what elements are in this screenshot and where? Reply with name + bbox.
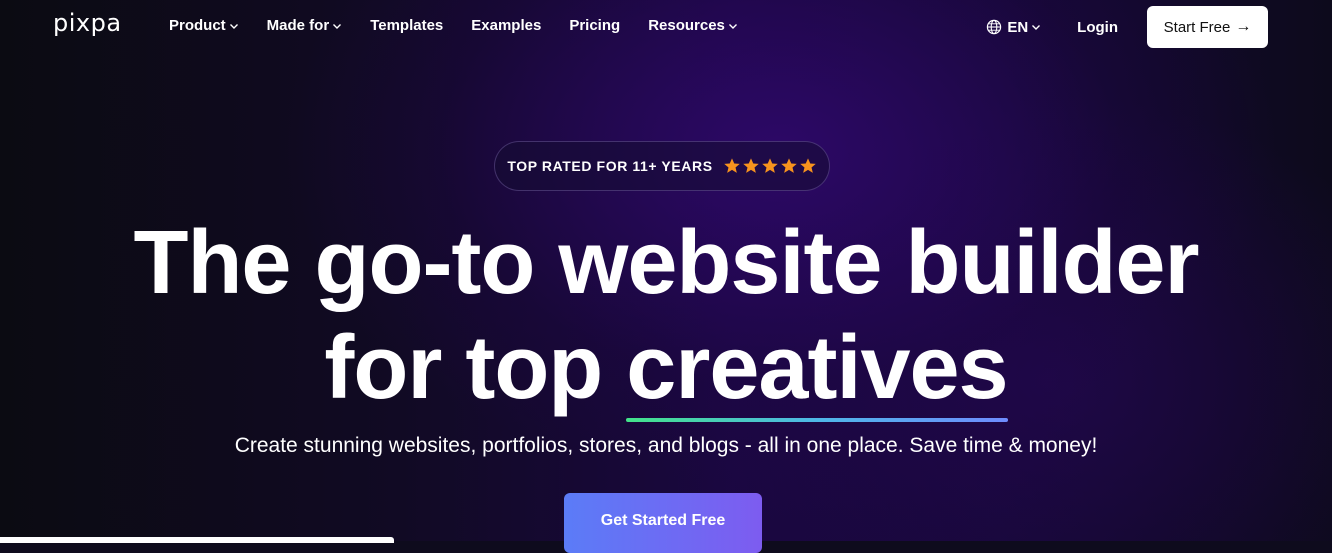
nav-item-label: Pricing xyxy=(569,17,621,34)
pixpa-logo[interactable]: pixpa xyxy=(53,9,122,37)
gradient-underline xyxy=(626,418,1008,422)
star-icon xyxy=(780,158,797,173)
headline-prefix: for top xyxy=(324,318,627,418)
star-icon xyxy=(799,158,816,173)
arrow-right-icon: → xyxy=(1235,18,1252,35)
main-menu: Product Made for Templates Examples Pric… xyxy=(169,17,766,34)
nav-item-label: Templates xyxy=(370,17,444,34)
hero-headline-line-1: The go-to website builder xyxy=(133,213,1199,313)
nav-actions: EN Login Start Free → xyxy=(986,6,1268,48)
chevron-down-icon xyxy=(229,23,238,29)
hero-headline-line-2: for top creatives xyxy=(0,317,1332,422)
nav-item-made-for[interactable]: Made for xyxy=(267,17,343,34)
language-selector[interactable]: EN xyxy=(986,19,1041,36)
star-icon xyxy=(761,158,778,173)
nav-item-examples[interactable]: Examples xyxy=(471,17,541,34)
nav-item-label: Product xyxy=(169,17,226,34)
login-link[interactable]: Login xyxy=(1077,19,1118,36)
nav-item-pricing[interactable]: Pricing xyxy=(569,17,620,34)
nav-item-product[interactable]: Product xyxy=(169,17,239,34)
nav-item-resources[interactable]: Resources xyxy=(648,17,738,34)
start-free-button[interactable]: Start Free → xyxy=(1147,6,1268,48)
chevron-down-icon xyxy=(728,23,737,29)
rating-badge: TOP RATED FOR 11+ YEARS xyxy=(494,141,830,191)
start-free-label: Start Free xyxy=(1163,18,1231,36)
nav-item-label: Resources xyxy=(648,17,725,34)
headline-highlight-word: creatives xyxy=(626,317,1009,422)
top-navigation: pixpa Product Made for Templates Example… xyxy=(0,0,1332,54)
star-icon xyxy=(723,158,740,173)
bottom-left-popup-edge xyxy=(0,537,394,543)
headline-highlight-text: creatives xyxy=(626,318,1008,418)
star-icon xyxy=(742,158,759,173)
nav-item-templates[interactable]: Templates xyxy=(370,17,443,34)
chevron-down-icon xyxy=(333,23,342,29)
nav-item-label: Examples xyxy=(471,17,542,34)
cta-label: Get Started Free xyxy=(600,512,726,529)
hero-subtitle: Create stunning websites, portfolios, st… xyxy=(234,434,1098,457)
rating-badge-text: TOP RATED FOR 11+ YEARS xyxy=(507,158,713,174)
language-label: EN xyxy=(1007,18,1029,36)
nav-item-label: Made for xyxy=(266,17,330,34)
chevron-down-icon xyxy=(1032,25,1041,30)
get-started-free-button[interactable]: Get Started Free xyxy=(564,493,762,553)
rating-stars xyxy=(723,157,817,175)
globe-icon xyxy=(987,19,1002,35)
